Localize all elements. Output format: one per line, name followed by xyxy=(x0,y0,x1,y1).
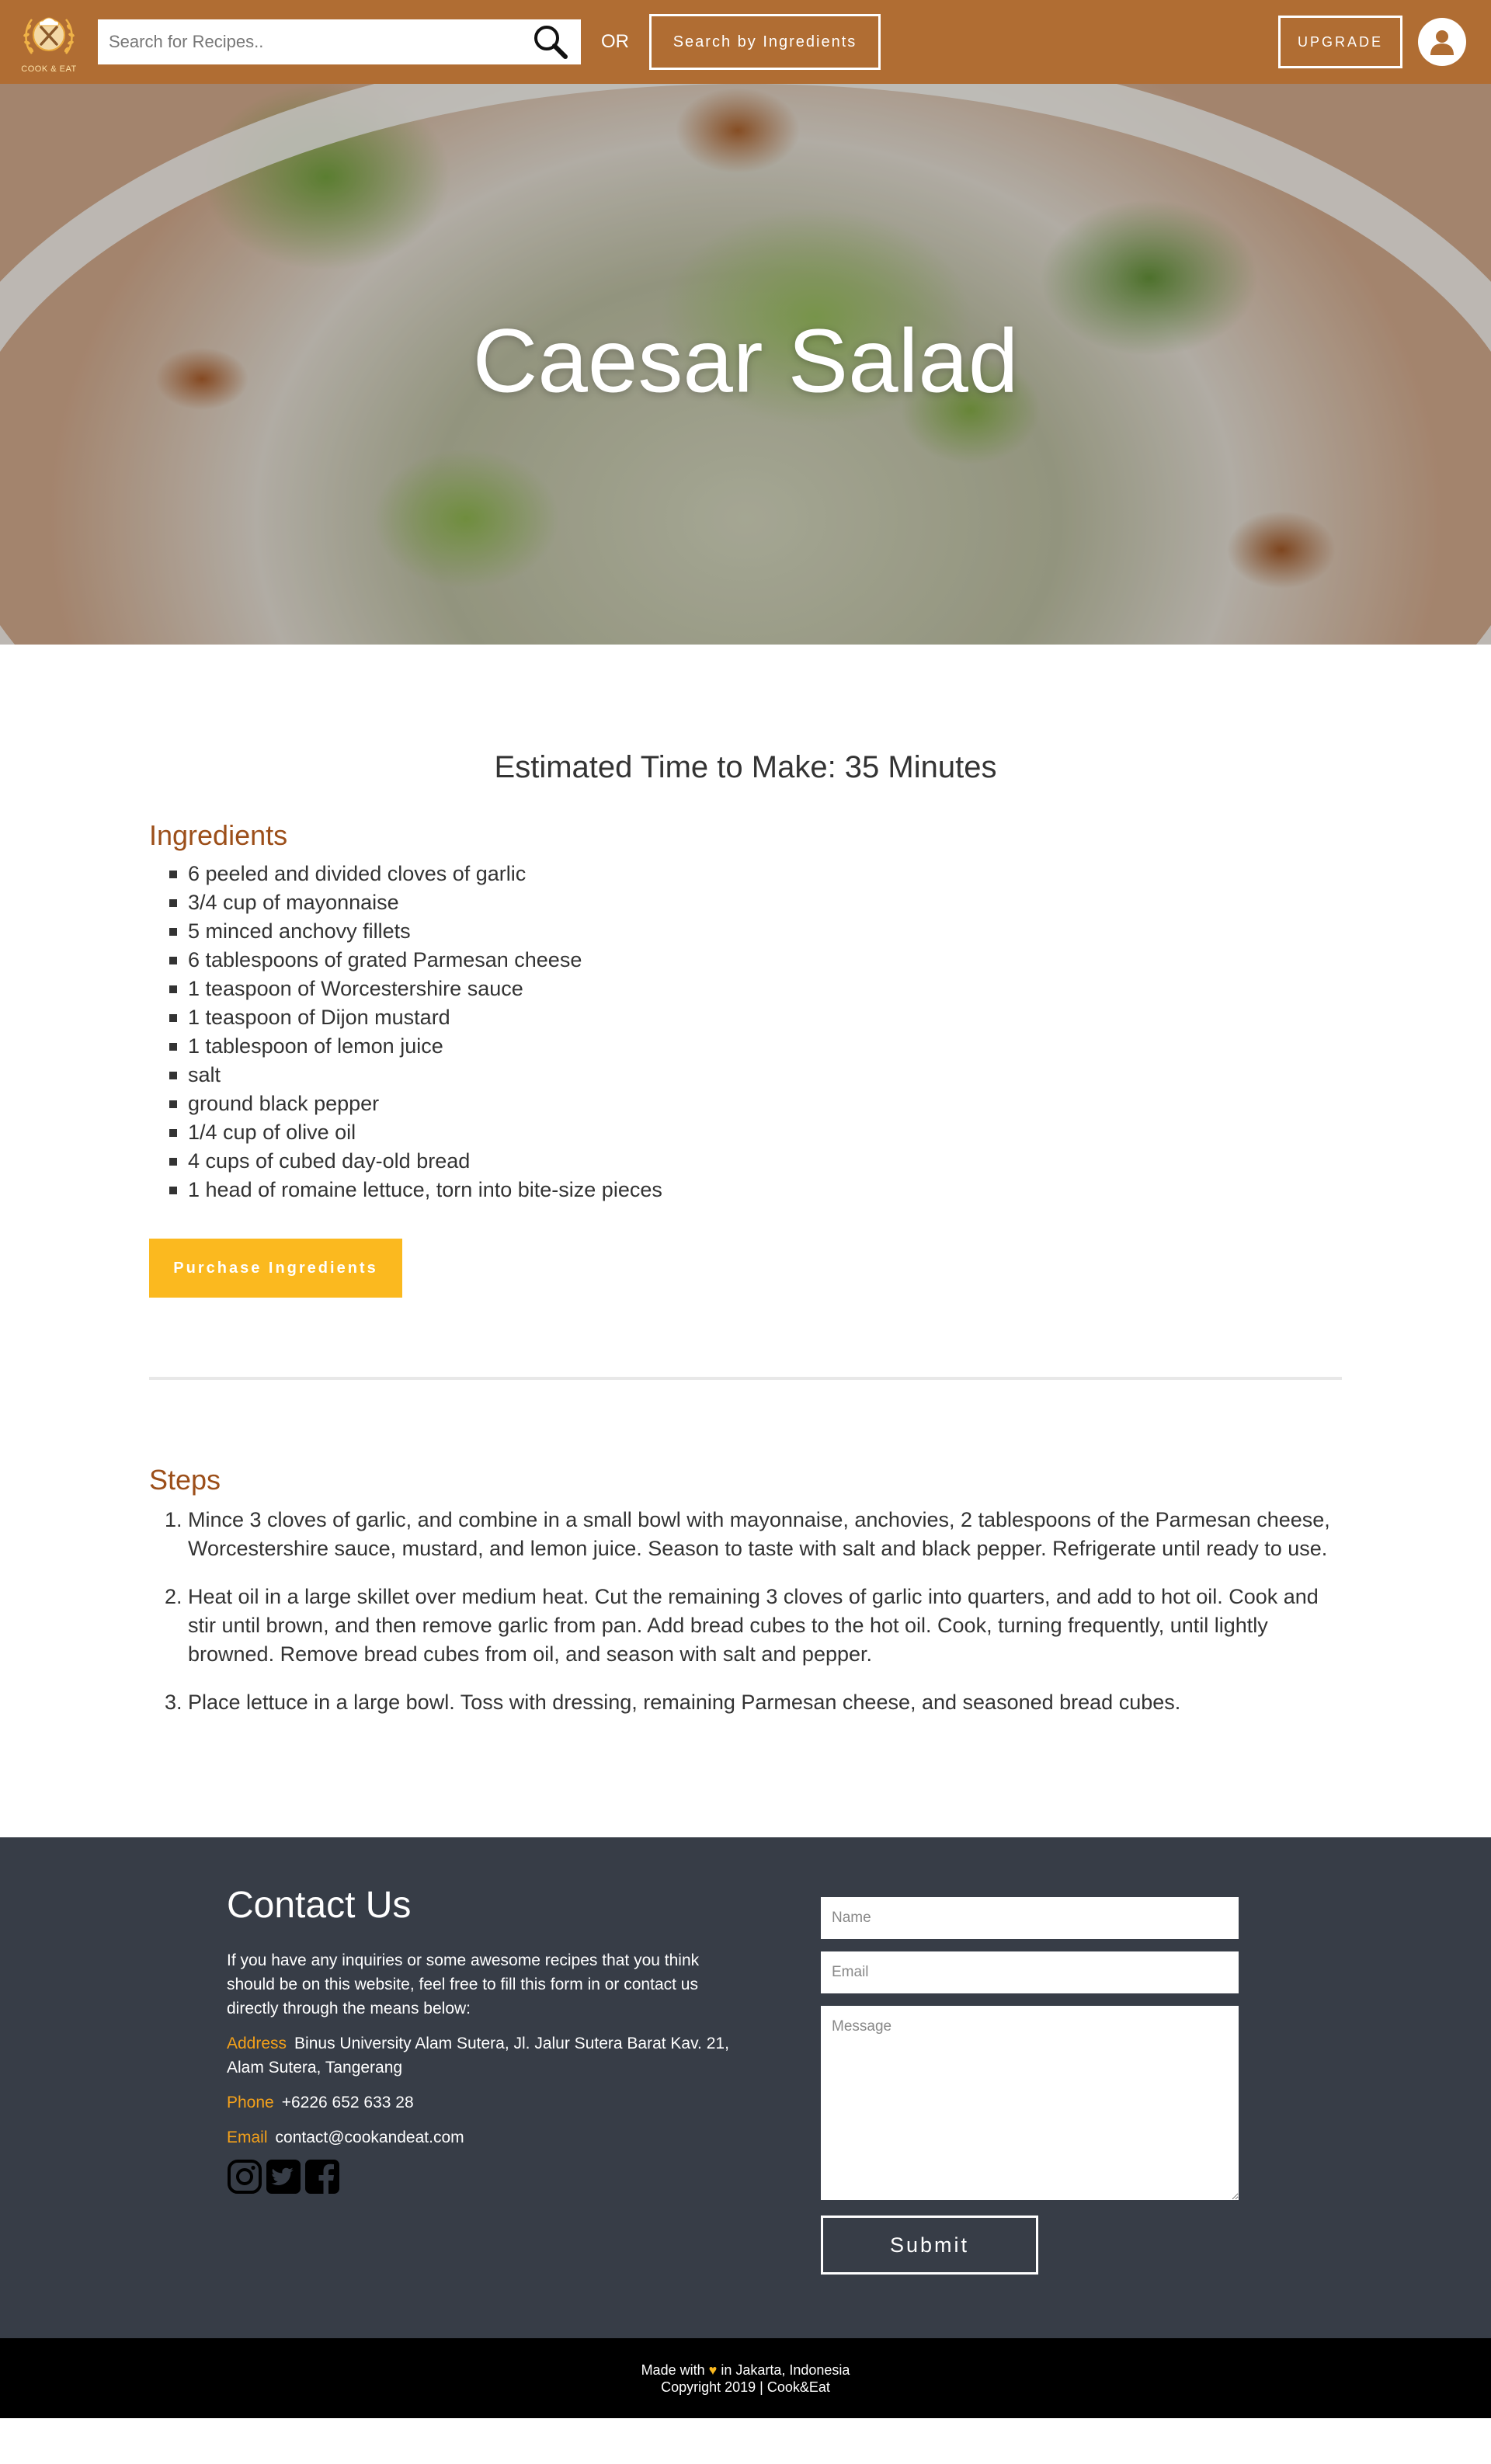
submit-button[interactable]: Submit xyxy=(821,2216,1038,2275)
contact-form: Submit xyxy=(821,1897,1239,2275)
step-item: Place lettuce in a large bowl. Toss with… xyxy=(188,1688,1342,1717)
ingredient-item: 1 tablespoon of lemon juice xyxy=(169,1032,1342,1061)
upgrade-button[interactable]: UPGRADE xyxy=(1278,16,1402,68)
facebook-icon[interactable] xyxy=(304,2159,340,2195)
ingredients-heading: Ingredients xyxy=(149,819,288,851)
email-label: Email xyxy=(227,2129,268,2146)
ingredient-item: 5 minced anchovy fillets xyxy=(169,917,1342,946)
ingredients-list: 6 peeled and divided cloves of garlic 3/… xyxy=(149,860,1342,1204)
message-field[interactable] xyxy=(821,2006,1239,2200)
ingredient-item: 1/4 cup of olive oil xyxy=(169,1118,1342,1147)
user-icon xyxy=(1430,30,1454,55)
name-field[interactable] xyxy=(821,1897,1239,1939)
address-value: Binus University Alam Sutera, Jl. Jalur … xyxy=(227,2035,729,2077)
instagram-icon[interactable] xyxy=(227,2159,262,2195)
social-links xyxy=(227,2159,747,2195)
contact-section: Contact Us If you have any inquiries or … xyxy=(0,1837,1491,2338)
page-footer: Made with ♥ in Jakarta, Indonesia Copyri… xyxy=(0,2338,1491,2418)
top-navbar: COOK & EAT OR Search by Ingredients UPGR… xyxy=(0,0,1491,84)
search-icon[interactable] xyxy=(531,23,570,61)
logo-text: COOK & EAT xyxy=(21,64,77,74)
recipe-search-box xyxy=(98,19,581,64)
ingredient-item: salt xyxy=(169,1061,1342,1090)
steps-heading: Steps xyxy=(149,1464,221,1496)
heart-icon: ♥ xyxy=(708,2361,718,2378)
email-field[interactable] xyxy=(821,1951,1239,1993)
purchase-ingredients-button[interactable]: Purchase Ingredients xyxy=(149,1239,402,1298)
made-with-suffix: in Jakarta, Indonesia xyxy=(721,2361,850,2378)
address-row: Address Binus University Alam Sutera, Jl.… xyxy=(227,2031,747,2080)
twitter-icon[interactable] xyxy=(266,2159,301,2195)
estimated-time: Estimated Time to Make: 35 Minutes xyxy=(494,750,997,784)
logo-emblem-icon xyxy=(23,17,75,54)
steps-list: Mince 3 cloves of garlic, and combine in… xyxy=(149,1506,1342,1717)
address-label: Address xyxy=(227,2035,287,2052)
recipe-search-input[interactable] xyxy=(109,32,531,52)
ingredient-item: 1 teaspoon of Worcestershire sauce xyxy=(169,975,1342,1003)
phone-row: Phone +6226 652 633 28 xyxy=(227,2090,747,2115)
ingredient-item: 3/4 cup of mayonnaise xyxy=(169,888,1342,917)
search-by-ingredients-button[interactable]: Search by Ingredients xyxy=(649,14,881,70)
phone-label: Phone xyxy=(227,2094,274,2111)
recipe-title: Caesar Salad xyxy=(472,310,1019,412)
nav-right-group: UPGRADE xyxy=(1278,16,1472,68)
made-with-prefix: Made with xyxy=(641,2361,705,2378)
contact-description: If you have any inquiries or some awesom… xyxy=(227,1951,700,2017)
email-row: Email contact@cookandeat.com xyxy=(227,2125,747,2149)
made-with-line: Made with ♥ in Jakarta, Indonesia xyxy=(641,2361,850,2379)
ingredient-item: 6 tablespoons of grated Parmesan cheese xyxy=(169,946,1342,975)
email-value[interactable]: contact@cookandeat.com xyxy=(276,2129,464,2146)
cook-and-eat-logo[interactable]: COOK & EAT xyxy=(19,9,79,75)
ingredient-item: 6 peeled and divided cloves of garlic xyxy=(169,860,1342,888)
ingredient-item: 4 cups of cubed day-old bread xyxy=(169,1147,1342,1176)
section-divider xyxy=(149,1377,1342,1380)
copyright-text: Copyright 2019 | Cook&Eat xyxy=(661,2379,830,2395)
user-avatar[interactable] xyxy=(1418,18,1466,66)
ingredient-item: ground black pepper xyxy=(169,1090,1342,1118)
contact-info: Contact Us If you have any inquiries or … xyxy=(227,1884,747,2195)
recipe-content: Estimated Time to Make: 35 Minutes Ingre… xyxy=(0,645,1491,1717)
ingredient-item: 1 head of romaine lettuce, torn into bit… xyxy=(169,1176,1342,1204)
contact-heading: Contact Us xyxy=(227,1885,412,1926)
ingredient-item: 1 teaspoon of Dijon mustard xyxy=(169,1003,1342,1032)
step-item: Heat oil in a large skillet over medium … xyxy=(188,1583,1342,1669)
or-separator: OR xyxy=(601,31,629,52)
step-item: Mince 3 cloves of garlic, and combine in… xyxy=(188,1506,1342,1563)
hero-banner: Caesar Salad xyxy=(0,84,1491,645)
phone-value: +6226 652 633 28 xyxy=(281,2094,414,2111)
